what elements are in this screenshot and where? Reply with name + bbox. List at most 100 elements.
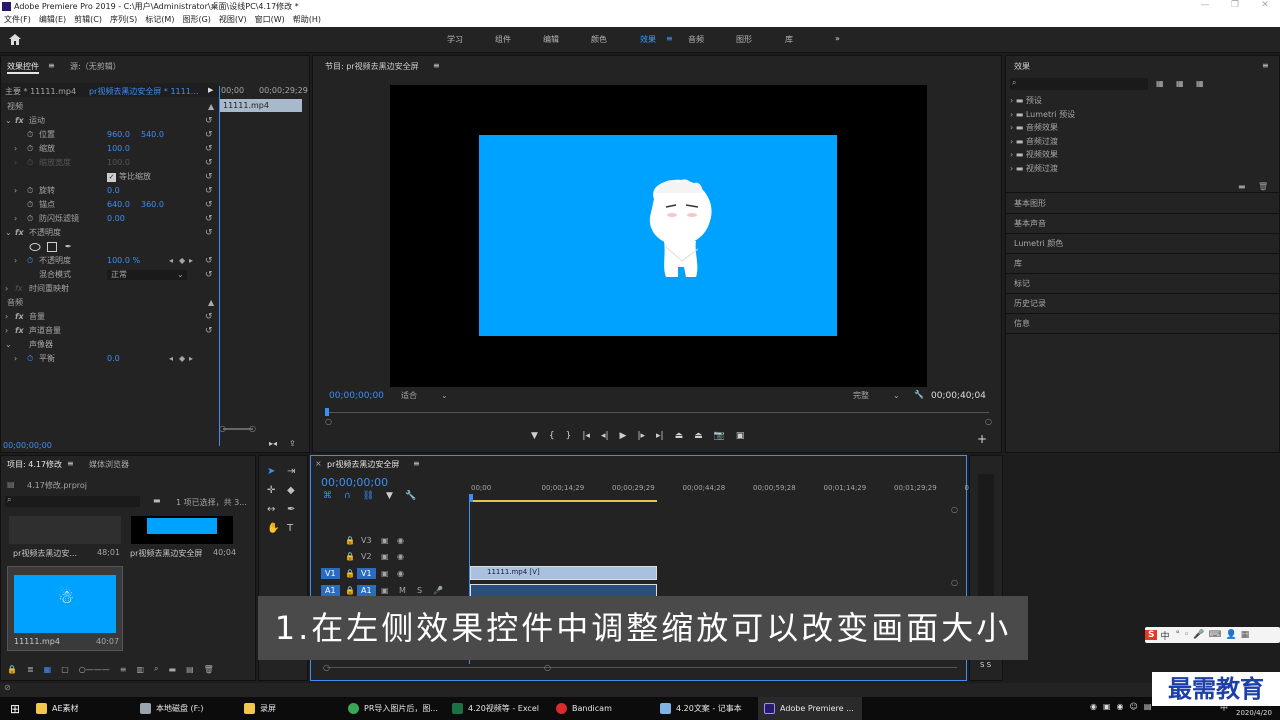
- folder-presets[interactable]: › ▬ 预设: [1010, 94, 1276, 108]
- item-thumbnail[interactable]: [131, 516, 233, 544]
- lock-icon[interactable]: 🔒: [345, 586, 355, 595]
- lift-icon[interactable]: ⏏: [675, 431, 684, 445]
- chevron-right-icon[interactable]: ›: [5, 310, 8, 324]
- chevron-down-icon[interactable]: ⌄: [5, 226, 12, 240]
- reset-icon[interactable]: ↺: [205, 156, 213, 170]
- scroll-handle-icon[interactable]: ○: [323, 663, 330, 672]
- motion-row[interactable]: ⌄ fx 运动 ↺: [1, 114, 217, 128]
- workspace-tab-learn[interactable]: 学习: [447, 34, 463, 45]
- menu-edit[interactable]: 编辑(E): [35, 13, 70, 27]
- selection-tool-icon[interactable]: ➤: [267, 466, 275, 477]
- chevron-right-icon[interactable]: ›: [5, 282, 8, 296]
- project-search-input[interactable]: ⌕: [5, 495, 140, 507]
- chevron-right-icon[interactable]: ›: [14, 352, 17, 366]
- ellipse-mask-icon[interactable]: [29, 243, 41, 251]
- stopwatch-icon[interactable]: ⏱: [27, 198, 33, 212]
- timeline-menu-icon[interactable]: ≡: [413, 459, 420, 468]
- source-patch-v1[interactable]: V1: [321, 568, 340, 579]
- tab-source[interactable]: 源:（无剪辑）: [70, 61, 121, 72]
- program-scrub-bar[interactable]: [329, 412, 989, 413]
- workspace-menu-icon[interactable]: ≡: [666, 34, 673, 43]
- program-menu-icon[interactable]: ≡: [433, 61, 440, 70]
- find-icon[interactable]: ⌕: [154, 664, 158, 674]
- work-area-bar[interactable]: [471, 500, 657, 502]
- stopwatch-active-icon[interactable]: ⏱: [27, 254, 33, 268]
- pen-mask-icon[interactable]: ✒: [65, 240, 72, 254]
- workspace-tab-audio[interactable]: 音频: [688, 34, 704, 45]
- rotation-value[interactable]: 0.0: [107, 184, 120, 198]
- add-marker-icon[interactable]: ▼: [386, 491, 393, 501]
- stopwatch-icon[interactable]: ⏱: [27, 212, 33, 226]
- time-remap-row[interactable]: › fx 时间重映射: [1, 282, 217, 296]
- folder-video-transitions[interactable]: › ▬ 视频过渡: [1010, 162, 1276, 176]
- section-history[interactable]: 历史记录: [1006, 294, 1279, 314]
- quality-select[interactable]: 完整 ⌄: [853, 390, 905, 401]
- balance-value[interactable]: 0.0: [107, 352, 120, 366]
- stopwatch-icon[interactable]: ⏱: [27, 142, 33, 156]
- sync-lock-icon[interactable]: ▣: [381, 552, 389, 561]
- sync-lock-icon[interactable]: ▣: [381, 536, 389, 545]
- panner-row[interactable]: ⌄ 声像器: [1, 338, 217, 352]
- tray-icon[interactable]: ◉: [1117, 702, 1124, 711]
- effect-controls-menu-icon[interactable]: ≡: [48, 61, 55, 70]
- new-bin-icon[interactable]: ▬: [1238, 182, 1246, 191]
- taskbar-item[interactable]: 4.20文案 - 记事本: [654, 697, 758, 720]
- hand-tool-icon[interactable]: ✋: [267, 523, 279, 534]
- fit-select[interactable]: 适合 ⌄: [401, 390, 453, 401]
- solo-icon[interactable]: S: [417, 586, 422, 595]
- taskbar-item[interactable]: PR导入图片后，图...: [342, 697, 446, 720]
- new-item-icon[interactable]: ▤: [186, 665, 194, 674]
- item-thumbnail[interactable]: [9, 516, 121, 544]
- program-monitor-title[interactable]: 节目: pr视频去黑边安全屏: [325, 61, 419, 72]
- ec-playhead[interactable]: [219, 86, 220, 446]
- program-playhead[interactable]: [325, 408, 329, 416]
- close-button[interactable]: ✕: [1250, 0, 1280, 13]
- freeform-view-icon[interactable]: ▢: [61, 665, 69, 674]
- ime-tools-icon[interactable]: °◦🎤⌨👤▦: [1176, 630, 1254, 640]
- lock-icon[interactable]: 🔒: [345, 569, 355, 578]
- keyframe-prev-icon[interactable]: ◂: [169, 254, 173, 268]
- sync-lock-icon[interactable]: ▣: [381, 569, 389, 578]
- minimize-button[interactable]: —: [1190, 0, 1220, 13]
- mark-out-icon[interactable]: }: [566, 431, 572, 445]
- compare-view-icon[interactable]: ▣: [736, 431, 745, 445]
- mute-icon[interactable]: M: [399, 586, 406, 595]
- play-icon[interactable]: ▶: [620, 431, 627, 445]
- workspace-tab-editing[interactable]: 编辑: [543, 34, 559, 45]
- lock-icon[interactable]: 🔒: [345, 552, 355, 561]
- reset-icon[interactable]: ↺: [205, 310, 213, 324]
- sogou-logo-icon[interactable]: S: [1145, 630, 1158, 640]
- opacity-value[interactable]: 100.0 %: [107, 254, 140, 268]
- tab-media-browser[interactable]: 媒体浏览器: [89, 459, 129, 470]
- volume-row[interactable]: › fx 音量 ↺: [1, 310, 217, 324]
- pen-tool-icon[interactable]: ✒: [287, 504, 295, 515]
- reset-icon[interactable]: ↺: [205, 254, 213, 268]
- eye-icon[interactable]: ◉: [397, 536, 404, 545]
- razor-tool-icon[interactable]: ◆: [287, 485, 295, 496]
- menu-file[interactable]: 文件(F): [0, 13, 35, 27]
- scroll-handle-icon[interactable]: ○: [951, 578, 958, 587]
- scale-value[interactable]: 100.0: [107, 142, 130, 156]
- antiflicker-value[interactable]: 0.00: [107, 212, 125, 226]
- collapse-up-icon[interactable]: ▲: [208, 100, 214, 114]
- item-name[interactable]: pr视频去黑边安全屏: [130, 548, 202, 559]
- export-icon[interactable]: ⇪: [289, 439, 296, 448]
- icon-view-icon[interactable]: ▦: [44, 665, 52, 674]
- fx-icon[interactable]: fx: [15, 114, 24, 128]
- folder-video-effects[interactable]: › ▬ 视频效果: [1010, 148, 1276, 162]
- keyframe-prev-icon[interactable]: ◂: [169, 352, 173, 366]
- program-timecode[interactable]: 00;00;00;00: [329, 391, 384, 401]
- section-markers[interactable]: 标记: [1006, 274, 1279, 294]
- timeline-timecode[interactable]: 00;00;00;00: [321, 476, 388, 489]
- new-bin-icon[interactable]: ▬: [169, 665, 177, 674]
- taskbar-item[interactable]: AE素材: [30, 697, 134, 720]
- ripple-edit-tool-icon[interactable]: ✛: [267, 485, 275, 496]
- accelerated-effects-icon[interactable]: ▦: [1156, 79, 1164, 88]
- clip-chip[interactable]: 11111.mp4: [220, 99, 302, 112]
- fx-icon[interactable]: fx: [15, 310, 24, 324]
- reset-icon[interactable]: ↺: [205, 128, 213, 142]
- workspace-tab-libraries[interactable]: 库: [785, 34, 793, 45]
- reset-icon[interactable]: ↺: [205, 142, 213, 156]
- stopwatch-icon[interactable]: ⏱: [27, 184, 33, 198]
- ec-timecode[interactable]: 00;00;00;00: [3, 441, 52, 450]
